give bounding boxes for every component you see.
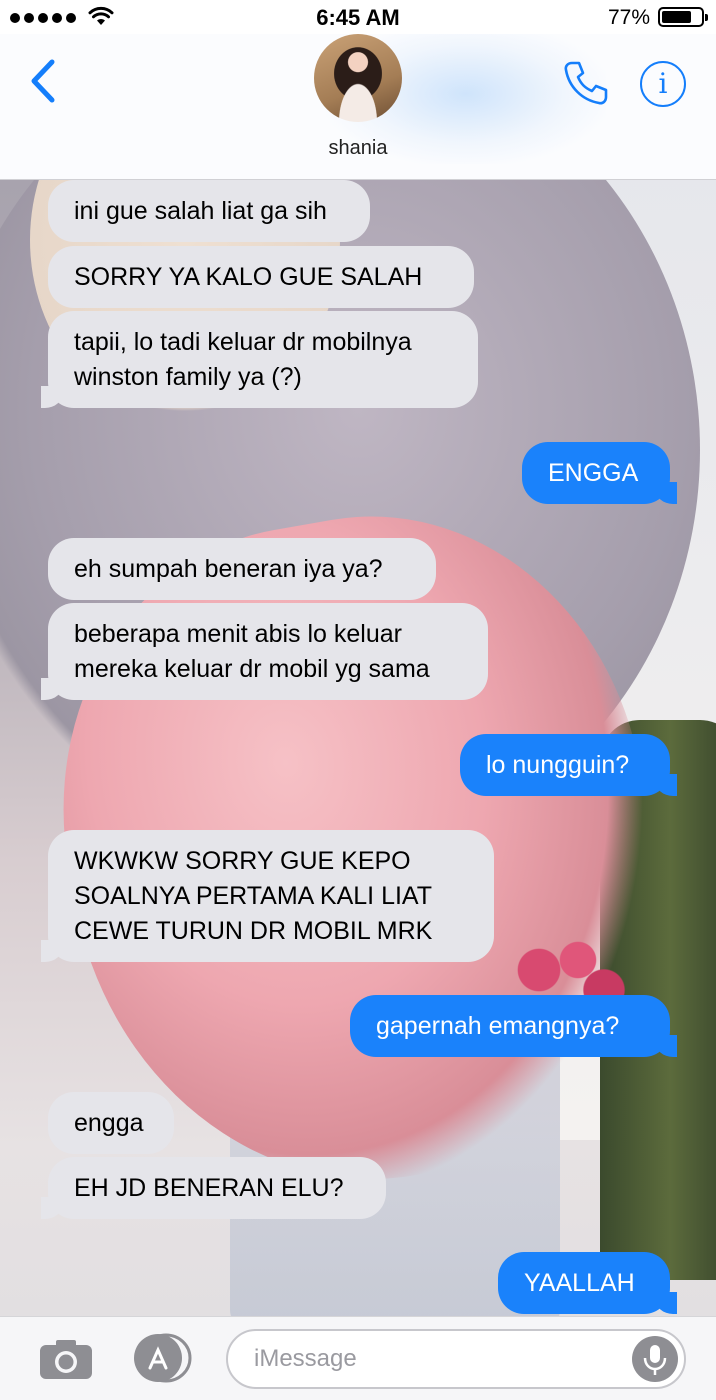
avatar[interactable] xyxy=(314,34,402,122)
incoming-message-bubble[interactable]: beberapa menit abis lo keluar mereka kelu… xyxy=(41,603,488,700)
message-text-line: mereka keluar dr mobil yg sama xyxy=(74,654,430,683)
message-text-line: YAALLAH xyxy=(524,1268,635,1297)
incoming-message-bubble[interactable]: SORRY YA KALO GUE SALAH xyxy=(48,246,474,308)
outgoing-message-bubble[interactable]: YAALLAH xyxy=(498,1252,677,1314)
message-text-line: lo nungguin? xyxy=(486,750,630,779)
info-icon[interactable]: i xyxy=(640,61,686,107)
incoming-message-bubble[interactable]: ini gue salah liat ga sih xyxy=(48,180,370,242)
message-text-line: winston family ya (?) xyxy=(74,362,302,391)
message-text-line: ini gue salah liat ga sih xyxy=(74,196,327,225)
incoming-message-bubble[interactable]: eh sumpah beneran iya ya? xyxy=(48,538,436,600)
message-text-line: beberapa menit abis lo keluar xyxy=(74,619,402,648)
microphone-icon xyxy=(643,1345,667,1375)
outgoing-message-bubble[interactable]: ENGGA xyxy=(522,442,677,504)
camera-icon[interactable] xyxy=(38,1337,94,1381)
incoming-message-bubble[interactable]: EH JD BENERAN ELU? xyxy=(41,1157,386,1219)
status-bar: 6:45 AM 77% xyxy=(0,0,716,34)
conversation-header: shania i xyxy=(0,24,716,180)
message-text-line: EH JD BENERAN ELU? xyxy=(74,1173,344,1202)
phone-icon[interactable] xyxy=(560,58,610,108)
message-text-line: eh sumpah beneran iya ya? xyxy=(74,554,383,583)
message-text-line: CEWE TURUN DR MOBIL MRK xyxy=(74,916,433,945)
back-chevron-icon[interactable] xyxy=(26,56,60,106)
message-text-line: SOALNYA PERTAMA KALI LIAT xyxy=(74,881,433,910)
incoming-message-bubble[interactable]: WKWKW SORRY GUE KEPO SOALNYA PERTAMA KALI… xyxy=(41,830,494,962)
app-store-icon[interactable] xyxy=(128,1333,194,1383)
contact-name[interactable]: shania xyxy=(0,137,716,160)
message-text-line: gapernah emangnya? xyxy=(376,1011,620,1040)
incoming-message-bubble[interactable]: engga xyxy=(48,1092,174,1154)
message-input[interactable] xyxy=(254,1339,614,1379)
message-thread[interactable]: ini gue salah liat ga sih SORRY YA KALO G… xyxy=(0,180,716,1316)
message-text-line: WKWKW SORRY GUE KEPO xyxy=(74,846,411,875)
outgoing-message-bubble[interactable]: gapernah emangnya? xyxy=(350,995,677,1057)
message-input-container xyxy=(226,1329,686,1389)
message-text-line: tapii, lo tadi keluar dr mobilnya xyxy=(74,327,412,356)
microphone-button[interactable] xyxy=(632,1336,678,1382)
message-text-line: ENGGA xyxy=(548,458,639,487)
compose-bar xyxy=(0,1316,716,1400)
message-text-line: SORRY YA KALO GUE SALAH xyxy=(74,262,423,291)
battery-icon xyxy=(658,7,708,27)
incoming-message-bubble[interactable]: tapii, lo tadi keluar dr mobilnya winston… xyxy=(41,311,478,408)
outgoing-message-bubble[interactable]: lo nungguin? xyxy=(460,734,677,796)
battery-percent: 77% xyxy=(607,6,650,29)
message-text-line: engga xyxy=(74,1108,144,1137)
